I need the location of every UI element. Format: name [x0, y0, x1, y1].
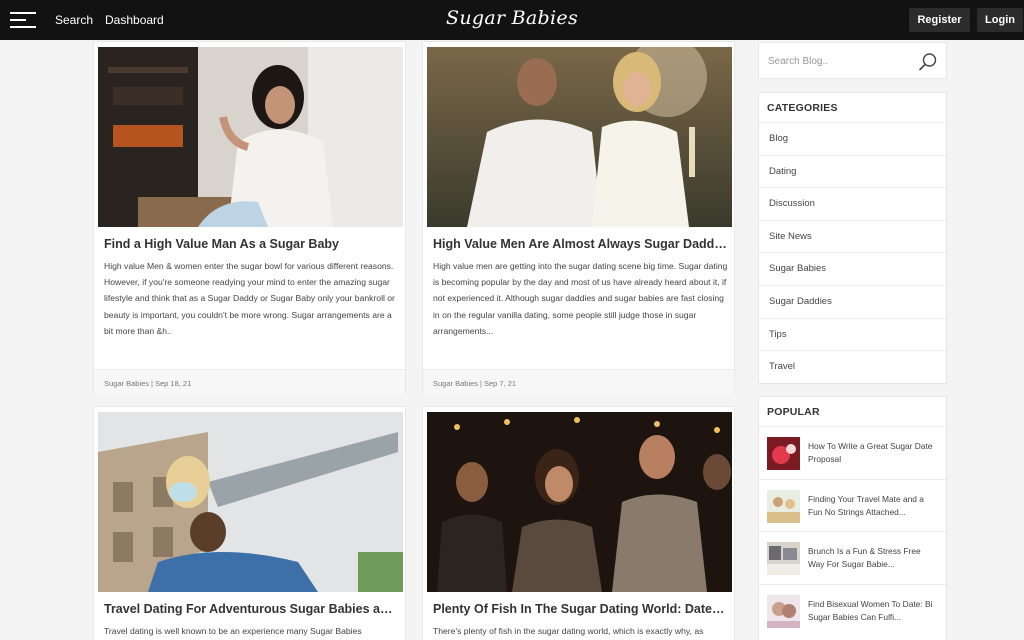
post-image[interactable]	[98, 412, 403, 592]
post-title[interactable]: High Value Men Are Almost Always Sugar D…	[433, 237, 728, 251]
categories-heading: CATEGORIES	[759, 93, 946, 123]
post-category-link[interactable]: Sugar Babies	[433, 379, 478, 388]
post-meta: Sugar Babies | Sep 7, 21	[433, 379, 517, 388]
post-date: Sep 18, 21	[154, 379, 192, 388]
popular-post-title[interactable]: How To Write a Great Sugar Date Proposal	[808, 440, 938, 466]
category-item-sugar-babies[interactable]: Sugar Babies	[759, 253, 946, 286]
blog-post-card[interactable]: Find a High Value Man As a Sugar Baby Hi…	[93, 41, 406, 394]
post-footer: Sugar Babies | Sep 18, 21	[94, 369, 405, 394]
category-item-tips[interactable]: Tips	[759, 319, 946, 352]
category-item-travel[interactable]: Travel	[759, 351, 946, 384]
post-image[interactable]	[427, 412, 732, 592]
post-category-link[interactable]: Sugar Babies	[104, 379, 149, 388]
search-icon[interactable]	[918, 52, 938, 72]
post-excerpt: Travel dating is well known to be an exp…	[104, 626, 362, 636]
post-excerpt: High value men are getting into the suga…	[433, 261, 728, 336]
top-navbar: Search Dashboard Sugar Babies Register L…	[0, 0, 1024, 40]
login-button[interactable]: Login	[977, 8, 1023, 32]
popular-heading: POPULAR	[759, 397, 946, 427]
category-item-blog[interactable]: Blog	[759, 123, 946, 156]
post-excerpt: There's plenty of fish in the sugar dati…	[433, 626, 704, 636]
category-item-dating[interactable]: Dating	[759, 156, 946, 189]
popular-post-item[interactable]: How To Write a Great Sugar Date Proposal	[759, 427, 946, 480]
post-meta: Sugar Babies | Sep 18, 21	[104, 379, 192, 388]
register-button[interactable]: Register	[909, 8, 970, 32]
popular-post-item[interactable]: Finding Your Travel Mate and a Fun No St…	[759, 480, 946, 533]
category-item-sugar-daddies[interactable]: Sugar Daddies	[759, 286, 946, 319]
post-image[interactable]	[98, 47, 403, 227]
popular-post-thumbnail[interactable]	[767, 437, 800, 470]
post-title[interactable]: Travel Dating For Adventurous Sugar Babi…	[104, 602, 399, 616]
category-item-discussion[interactable]: Discussion	[759, 188, 946, 221]
blog-search-input[interactable]	[768, 52, 913, 70]
post-title[interactable]: Plenty Of Fish In The Sugar Dating World…	[433, 602, 728, 616]
post-date: Sep 7, 21	[483, 379, 517, 388]
popular-post-title[interactable]: Brunch Is a Fun & Stress Free Way For Su…	[808, 545, 938, 571]
popular-post-thumbnail[interactable]	[767, 542, 800, 576]
popular-post-title[interactable]: Find Bisexual Women To Date: Bi Sugar Ba…	[808, 598, 938, 624]
post-footer: Sugar Babies | Sep 7, 21	[423, 369, 734, 394]
blog-search-box	[758, 42, 947, 79]
popular-post-item[interactable]: Brunch Is a Fun & Stress Free Way For Su…	[759, 532, 946, 585]
post-excerpt: High value Men & women enter the sugar b…	[104, 261, 395, 336]
categories-panel: CATEGORIES Blog Dating Discussion Site N…	[758, 92, 947, 384]
popular-post-item[interactable]: Find Bisexual Women To Date: Bi Sugar Ba…	[759, 585, 946, 638]
popular-post-thumbnail[interactable]	[767, 489, 800, 523]
popular-post-title[interactable]: Finding Your Travel Mate and a Fun No St…	[808, 493, 938, 519]
popular-panel: POPULAR How To Write a Great Sugar Date …	[758, 396, 947, 640]
category-item-site-news[interactable]: Site News	[759, 221, 946, 254]
post-image[interactable]	[427, 47, 732, 227]
blog-post-card[interactable]: Travel Dating For Adventurous Sugar Babi…	[93, 406, 406, 640]
post-title[interactable]: Find a High Value Man As a Sugar Baby	[104, 237, 399, 251]
site-logo[interactable]: Sugar Babies	[0, 7, 1024, 29]
blog-post-card[interactable]: High Value Men Are Almost Always Sugar D…	[422, 41, 735, 394]
blog-post-card[interactable]: Plenty Of Fish In The Sugar Dating World…	[422, 406, 735, 640]
popular-post-thumbnail[interactable]	[767, 594, 800, 628]
